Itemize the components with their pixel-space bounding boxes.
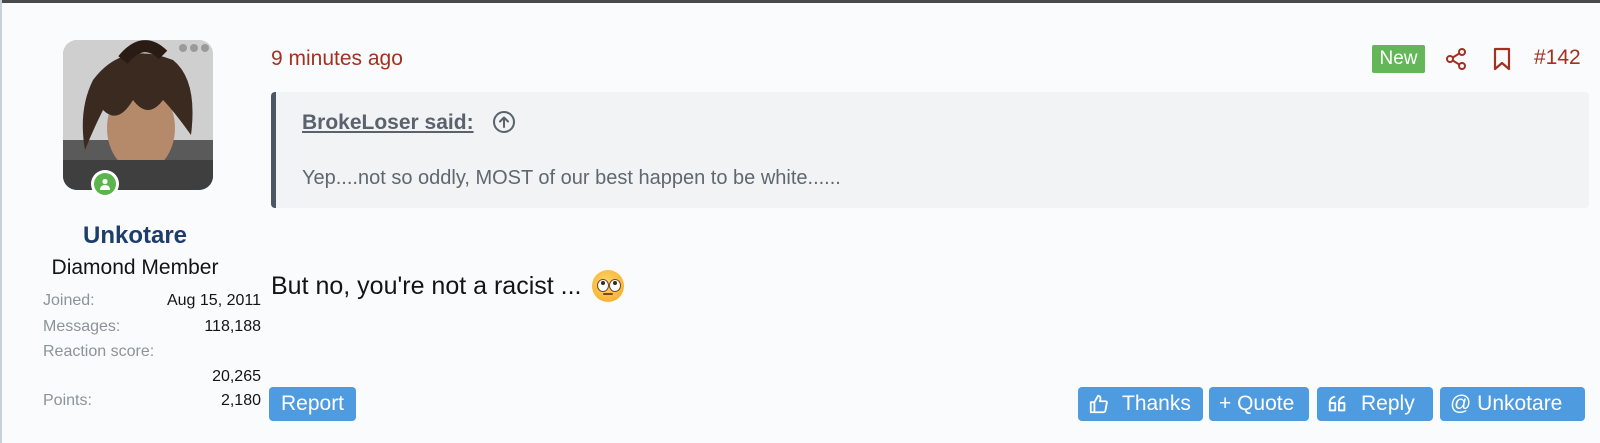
share-icon[interactable]: [1444, 47, 1468, 71]
rolling-eyes-emoji-icon: [591, 270, 624, 302]
stat-messages: Messages: 118,188: [43, 318, 261, 336]
left-border: [0, 0, 2, 443]
post-body-text: But no, you're not a racist ...: [271, 271, 582, 300]
thanks-label: Thanks: [1122, 392, 1191, 415]
report-label: Report: [280, 392, 345, 415]
mention-label: @ Unkotare: [1450, 392, 1563, 415]
stat-value: 20,265: [212, 368, 261, 385]
mention-button[interactable]: @ Unkotare: [1440, 387, 1585, 421]
post-number-link[interactable]: #142: [1534, 46, 1581, 70]
quote-button[interactable]: + Quote: [1209, 387, 1309, 421]
stat-label: Joined:: [43, 292, 95, 309]
top-border: [0, 0, 1600, 3]
quote-marks-icon: [1328, 395, 1346, 412]
quote-author-link[interactable]: BrokeLoser said:: [302, 111, 474, 135]
thumbs-up-icon: [1089, 394, 1108, 414]
stat-label: Points:: [43, 392, 92, 409]
post-body: But no, you're not a racist ...: [271, 270, 624, 302]
post-timestamp[interactable]: 9 minutes ago: [271, 47, 403, 71]
thanks-button[interactable]: Thanks: [1078, 387, 1203, 421]
stat-label: Messages:: [43, 318, 121, 335]
stat-value[interactable]: 118,188: [204, 318, 261, 336]
username-link[interactable]: Unkotare: [30, 222, 240, 250]
stat-reaction-score: Reaction score:: [43, 343, 261, 361]
quote-text: Yep....not so oddly, MOST of our best ha…: [302, 167, 841, 189]
reply-button[interactable]: Reply: [1317, 387, 1433, 421]
stat-value: Aug 15, 2011: [166, 292, 261, 309]
stat-value[interactable]: 2,180: [221, 392, 261, 410]
avatar[interactable]: [63, 40, 213, 190]
quote-label: + Quote: [1219, 392, 1295, 415]
new-badge: New: [1372, 45, 1425, 73]
user-title: Diamond Member: [51, 256, 219, 279]
arrow-up-circle-icon[interactable]: [492, 110, 516, 134]
stat-points: Points: 2,180: [43, 392, 261, 410]
stat-label: Reaction score:: [43, 343, 155, 360]
avatar-container[interactable]: [63, 40, 213, 190]
stat-joined: Joined: Aug 15, 2011: [43, 292, 261, 310]
quote-block: BrokeLoser said: Yep....not so oddly, MO…: [271, 92, 1589, 208]
reply-label: Reply: [1361, 392, 1415, 415]
report-button[interactable]: Report: [269, 387, 356, 421]
avatar-image: [63, 40, 213, 190]
bookmark-icon[interactable]: [1491, 47, 1513, 71]
online-status-icon: [91, 170, 119, 198]
